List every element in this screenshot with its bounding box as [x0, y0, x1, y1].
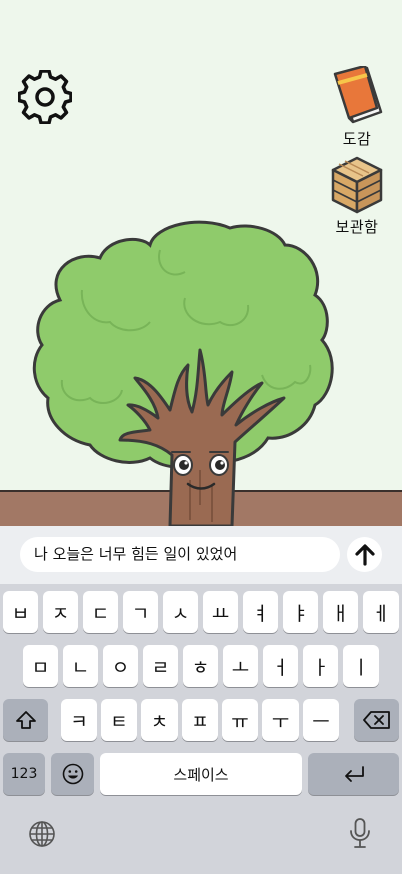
- key[interactable]: ㅔ: [363, 591, 399, 633]
- emoji-icon: [62, 763, 83, 785]
- dictation-button[interactable]: [344, 816, 376, 850]
- key[interactable]: ㅂ: [3, 591, 38, 633]
- space-key[interactable]: 스페이스: [100, 753, 302, 795]
- key[interactable]: ㅈ: [43, 591, 78, 633]
- key[interactable]: ㅋ: [61, 699, 97, 741]
- emoji-key[interactable]: [51, 753, 94, 795]
- key[interactable]: ㅏ: [303, 645, 338, 687]
- key[interactable]: ㅅ: [163, 591, 198, 633]
- key[interactable]: ㅌ: [101, 699, 137, 741]
- numbers-key[interactable]: 123: [3, 753, 45, 795]
- keyboard: ㅂ ㅈ ㄷ ㄱ ㅅ ㅛ ㅕ ㅑ ㅐ ㅔ ㅁ ㄴ ㅇ ㄹ ㅎ ㅗ ㅓ ㅏ ㅣ ㅋ …: [0, 584, 402, 874]
- key[interactable]: ㅇ: [103, 645, 138, 687]
- key[interactable]: ㅗ: [223, 645, 258, 687]
- shift-icon: [15, 711, 36, 729]
- key[interactable]: ㅊ: [141, 699, 178, 741]
- delete-icon: [362, 711, 390, 729]
- settings-button[interactable]: [17, 69, 73, 125]
- return-key[interactable]: [308, 753, 399, 795]
- key[interactable]: ㅓ: [263, 645, 298, 687]
- key[interactable]: ㄹ: [143, 645, 178, 687]
- send-button[interactable]: [347, 537, 382, 572]
- message-input[interactable]: 나 오늘은 너무 힘든 일이 있었어: [20, 537, 340, 572]
- key[interactable]: ㄴ: [63, 645, 98, 687]
- globe-button[interactable]: [26, 818, 58, 850]
- shift-key[interactable]: [3, 699, 48, 741]
- storage-label: 보관함: [335, 218, 379, 236]
- microphone-icon: [350, 818, 370, 848]
- encyclopedia-button[interactable]: 도감: [325, 66, 389, 149]
- key[interactable]: ㅍ: [182, 699, 218, 741]
- key[interactable]: ㅛ: [203, 591, 238, 633]
- gear-icon: [17, 69, 73, 125]
- key[interactable]: ㅕ: [243, 591, 278, 633]
- key[interactable]: ㄷ: [83, 591, 118, 633]
- key[interactable]: ㅡ: [303, 699, 339, 741]
- delete-key[interactable]: [354, 699, 399, 741]
- key[interactable]: ㅠ: [222, 699, 258, 741]
- storage-button[interactable]: 보관함: [325, 154, 389, 237]
- key[interactable]: ㅁ: [23, 645, 58, 687]
- key[interactable]: ㄱ: [123, 591, 158, 633]
- crate-icon: [331, 156, 383, 214]
- key[interactable]: ㅎ: [183, 645, 218, 687]
- globe-icon: [29, 821, 55, 847]
- key[interactable]: ㅑ: [283, 591, 318, 633]
- encyclopedia-label: 도감: [342, 130, 372, 148]
- key[interactable]: ㅣ: [343, 645, 379, 687]
- book-icon: [333, 66, 383, 124]
- key[interactable]: ㅜ: [262, 699, 299, 741]
- return-icon: [344, 766, 364, 782]
- key[interactable]: ㅐ: [323, 591, 358, 633]
- arrow-up-icon: [354, 543, 375, 566]
